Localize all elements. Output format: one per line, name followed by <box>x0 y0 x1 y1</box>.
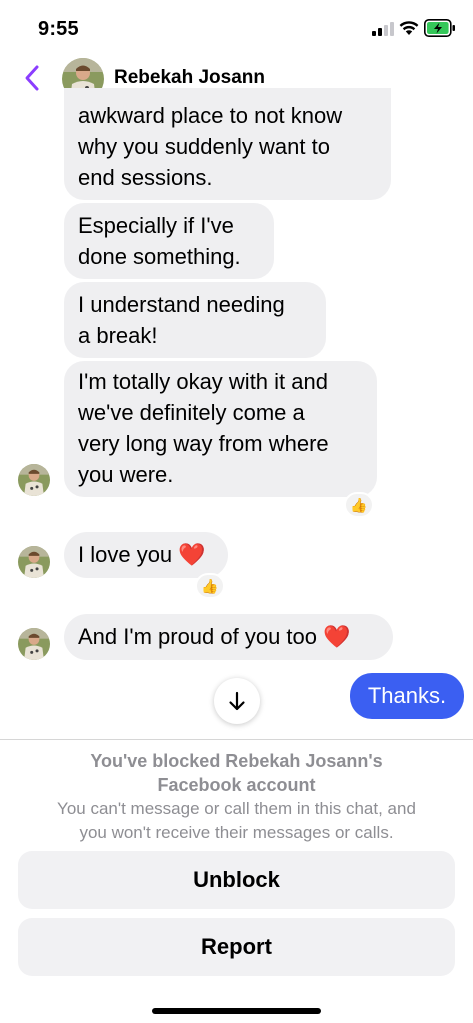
message-bubble[interactable]: I love you ❤️ <box>64 532 228 578</box>
message-bubble[interactable]: I understand needing a break! <box>64 282 326 358</box>
wifi-icon <box>399 21 419 35</box>
arrow-down-icon <box>229 691 245 711</box>
contact-name[interactable]: Rebekah Josann <box>114 67 265 89</box>
message-text: awkward place to not know why you sudden… <box>78 103 343 190</box>
unblock-button[interactable]: Unblock <box>18 851 455 909</box>
message-bubble[interactable]: And I'm proud of you too ❤️ <box>64 614 393 660</box>
blocked-title: You've blocked Rebekah Josann's Facebook… <box>90 751 383 795</box>
thumbs-up-reaction[interactable]: 👍 <box>195 573 225 599</box>
battery-charging-icon <box>424 19 455 37</box>
home-indicator <box>152 1008 321 1014</box>
message-bubble[interactable]: awkward place to not know why you sudden… <box>64 88 391 200</box>
message-bubble[interactable]: Especially if I've done something. <box>64 203 274 279</box>
report-button[interactable]: Report <box>18 918 455 976</box>
message-bubble[interactable]: I'm totally okay with it and we've defin… <box>64 361 377 497</box>
message-text: I love you ❤️ <box>78 542 206 567</box>
avatar[interactable] <box>18 464 50 496</box>
message-text: And I'm proud of you too ❤️ <box>78 624 351 649</box>
blocked-description: You can't message or call them in this c… <box>57 799 416 842</box>
message-text: I'm totally okay with it and we've defin… <box>78 369 329 487</box>
scroll-to-bottom-button[interactable] <box>214 678 260 724</box>
back-chevron-icon[interactable] <box>22 64 42 92</box>
status-time: 9:55 <box>38 18 79 40</box>
divider <box>0 739 473 740</box>
cellular-signal-icon <box>372 22 394 36</box>
avatar[interactable] <box>18 628 50 660</box>
sent-message-bubble[interactable]: Thanks. <box>350 673 464 719</box>
message-text: Especially if I've done something. <box>78 213 241 269</box>
message-text: I understand needing a break! <box>78 292 285 348</box>
avatar[interactable] <box>18 546 50 578</box>
thumbs-up-reaction[interactable]: 👍 <box>344 492 374 518</box>
